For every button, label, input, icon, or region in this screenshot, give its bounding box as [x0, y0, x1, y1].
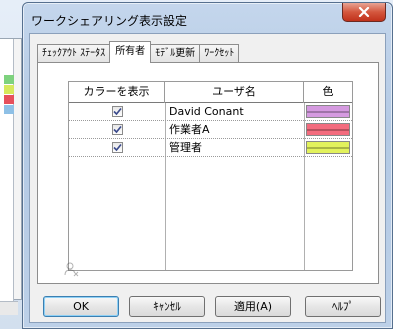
- show-color-checkbox[interactable]: [111, 124, 123, 135]
- tab-strip: ﾁｪｯｸｱｳﾄ ｽﾃｰﾀｽ 所有者 ﾓﾃﾞﾙ更新 ﾜｰｸｾｯﾄ: [37, 41, 240, 63]
- table-body: David Conant 作業者A 管理者: [69, 103, 352, 270]
- table-row[interactable]: 作業者A: [69, 121, 352, 139]
- ok-button[interactable]: OK: [43, 296, 119, 317]
- background-list: [0, 39, 14, 301]
- background-strip-red: [4, 95, 14, 104]
- owner-table: カラーを表示 ユーザ名 色 David Conant 作業者A 管理者: [68, 81, 353, 271]
- color-swatch[interactable]: [306, 123, 350, 136]
- workshare-display-dialog: ワークシェアリング表示設定 ﾁｪｯｸｱｳﾄ ｽﾃｰﾀｽ 所有者 ﾓﾃﾞﾙ更新 ﾜ…: [22, 2, 393, 329]
- user-icon[interactable]: [63, 261, 79, 277]
- dialog-button-row: OK ｷｬﾝｾﾙ 適用(A) ﾍﾙﾌﾟ: [43, 296, 383, 318]
- background-strip-blue: [4, 105, 14, 114]
- color-swatch[interactable]: [306, 141, 350, 154]
- help-button[interactable]: ﾍﾙﾌﾟ: [305, 296, 381, 317]
- tab-checkout-status[interactable]: ﾁｪｯｸｱｳﾄ ｽﾃｰﾀｽ: [37, 44, 111, 63]
- check-icon: [112, 125, 122, 134]
- owner-tab-panel: カラーを表示 ユーザ名 色 David Conant 作業者A 管理者: [37, 62, 379, 284]
- close-button[interactable]: [342, 3, 386, 22]
- tab-model-update[interactable]: ﾓﾃﾞﾙ更新: [150, 44, 201, 63]
- background-scrollbar[interactable]: [0, 301, 18, 315]
- color-swatch[interactable]: [306, 105, 350, 118]
- header-color[interactable]: 色: [304, 82, 352, 103]
- show-color-checkbox[interactable]: [111, 142, 123, 153]
- close-icon: [358, 7, 370, 17]
- show-color-cell: [69, 103, 165, 120]
- color-cell[interactable]: [304, 139, 352, 156]
- table-header: カラーを表示 ユーザ名 色: [69, 82, 352, 103]
- background-strip-green: [4, 75, 14, 84]
- header-show-color[interactable]: カラーを表示: [69, 82, 165, 103]
- color-cell[interactable]: [304, 103, 352, 120]
- dialog-client: ﾁｪｯｸｱｳﾄ ｽﾃｰﾀｽ 所有者 ﾓﾃﾞﾙ更新 ﾜｰｸｾｯﾄ カラーを表示 ユ…: [29, 33, 386, 323]
- tab-owner[interactable]: 所有者: [109, 41, 152, 63]
- user-name-cell: 作業者A: [169, 123, 210, 136]
- background-panel: [0, 38, 22, 315]
- background-strip-lime: [4, 85, 14, 94]
- user-name-cell: David Conant: [169, 105, 244, 118]
- header-user-name[interactable]: ユーザ名: [165, 82, 304, 103]
- show-color-cell: [69, 139, 165, 156]
- color-cell[interactable]: [304, 121, 352, 138]
- show-color-cell: [69, 121, 165, 138]
- dialog-title: ワークシェアリング表示設定: [31, 14, 188, 28]
- cancel-button[interactable]: ｷｬﾝｾﾙ: [129, 296, 205, 317]
- table-row[interactable]: 管理者: [69, 139, 352, 157]
- show-color-checkbox[interactable]: [111, 106, 123, 117]
- tab-worksets[interactable]: ﾜｰｸｾｯﾄ: [199, 44, 240, 63]
- table-row[interactable]: David Conant: [69, 103, 352, 121]
- check-icon: [112, 107, 122, 116]
- user-name-cell: 管理者: [169, 141, 202, 154]
- apply-button[interactable]: 適用(A): [215, 296, 291, 317]
- titlebar[interactable]: ワークシェアリング表示設定: [23, 3, 392, 33]
- check-icon: [112, 143, 122, 152]
